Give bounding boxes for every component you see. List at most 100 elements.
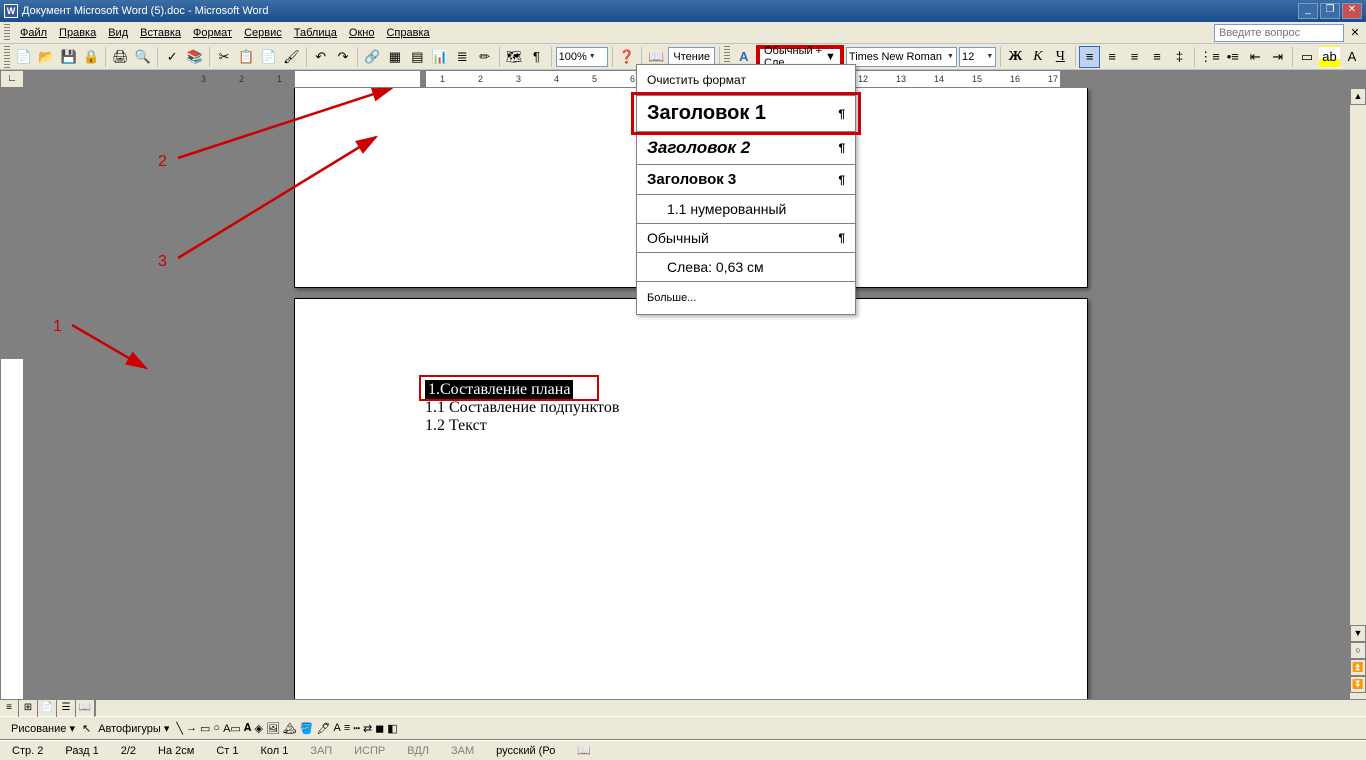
permission-icon[interactable]: 🔒 — [81, 46, 101, 68]
close-button[interactable]: ✕ — [1342, 3, 1362, 19]
arrow-style-icon[interactable]: ⇄ — [363, 722, 372, 735]
menu-window[interactable]: Окно — [343, 25, 381, 41]
restore-button[interactable]: ❐ — [1320, 3, 1340, 19]
line-icon[interactable]: ╲ — [176, 722, 183, 735]
status-trk[interactable]: ИСПР — [350, 745, 389, 757]
grip-handle[interactable] — [4, 24, 10, 42]
undo-icon[interactable]: ↶ — [310, 46, 330, 68]
ruler-corner[interactable]: ∟ — [0, 70, 24, 88]
map-icon[interactable]: 🗺 — [504, 46, 524, 68]
menubar-close-icon[interactable]: ✕ — [1348, 26, 1362, 40]
show-marks-icon[interactable]: ¶ — [526, 46, 546, 68]
paste-icon[interactable]: 📄 — [259, 46, 279, 68]
status-rec[interactable]: ЗАП — [306, 745, 336, 757]
help-search-input[interactable] — [1214, 24, 1344, 42]
font-color-button[interactable]: A — [1342, 46, 1362, 68]
drawing-menu[interactable]: Рисование ▾ — [7, 722, 79, 735]
format-painter-icon[interactable]: 🖌 — [281, 46, 301, 68]
line-spacing-button[interactable]: ‡ — [1169, 46, 1189, 68]
redo-icon[interactable]: ↷ — [333, 46, 353, 68]
numbering-button[interactable]: ⋮≡ — [1199, 46, 1221, 68]
web-view-button[interactable]: ⊞ — [19, 700, 38, 717]
research-icon[interactable]: 📚 — [184, 46, 204, 68]
increase-indent-button[interactable]: ⇥ — [1267, 46, 1287, 68]
shadow-icon[interactable]: ◼ — [375, 722, 384, 735]
reading-view-button[interactable]: 📖 — [76, 700, 95, 717]
style-heading-2[interactable]: Заголовок 2¶ — [637, 132, 855, 165]
drawing-icon[interactable]: ✏ — [474, 46, 494, 68]
line-color-icon[interactable]: 🖊 — [317, 722, 331, 735]
picture-icon[interactable]: 🏔 — [283, 722, 297, 735]
status-spell-icon[interactable]: 📖 — [573, 744, 595, 757]
menu-help[interactable]: Справка — [380, 25, 435, 41]
clipart-icon[interactable]: 🖼 — [266, 722, 280, 735]
horizontal-scrollbar[interactable] — [95, 700, 1366, 716]
wordart-icon[interactable]: 𝐀 — [244, 722, 252, 735]
minimize-button[interactable]: _ — [1298, 3, 1318, 19]
menu-tools[interactable]: Сервис — [238, 25, 288, 41]
print-icon[interactable]: 🖨 — [110, 46, 130, 68]
3d-icon[interactable]: ◧ — [387, 722, 397, 735]
open-icon[interactable]: 📂 — [36, 46, 56, 68]
align-right-button[interactable]: ≡ — [1124, 46, 1144, 68]
menu-insert[interactable]: Вставка — [134, 25, 187, 41]
preview-icon[interactable]: 🔍 — [133, 46, 153, 68]
spellcheck-icon[interactable]: ✓ — [162, 46, 182, 68]
browse-object-button[interactable]: ○ — [1350, 642, 1366, 659]
scroll-down-button[interactable]: ▼ — [1350, 625, 1366, 642]
excel-icon[interactable]: 📊 — [430, 46, 450, 68]
style-normal[interactable]: Обычный¶ — [637, 224, 855, 253]
menu-format[interactable]: Формат — [187, 25, 238, 41]
menu-table[interactable]: Таблица — [288, 25, 343, 41]
style-indent[interactable]: Слева: 0,63 см — [637, 253, 855, 282]
style-more[interactable]: Больше... — [637, 282, 855, 314]
body-line-3[interactable]: 1.2 Текст — [425, 417, 619, 435]
style-heading-3[interactable]: Заголовок 3¶ — [637, 165, 855, 195]
highlight-button[interactable]: ab — [1319, 46, 1339, 68]
menu-view[interactable]: Вид — [102, 25, 134, 41]
font-size-combo[interactable]: 12▼ — [959, 47, 996, 67]
help-icon[interactable]: ❓ — [617, 46, 637, 68]
new-doc-icon[interactable]: 📄 — [14, 46, 34, 68]
zoom-combo[interactable]: 100%▼ — [556, 47, 608, 67]
body-line-2[interactable]: 1.1 Составление подпунктов — [425, 399, 619, 417]
tables-borders-icon[interactable]: ▦ — [385, 46, 405, 68]
bold-button[interactable]: Ж — [1005, 46, 1025, 68]
fill-color-icon[interactable]: 🪣 — [300, 722, 314, 735]
print-view-button[interactable]: 📄 — [38, 700, 57, 717]
line-style-icon[interactable]: ≡ — [344, 722, 350, 734]
grip-handle[interactable] — [4, 46, 10, 68]
style-heading-1[interactable]: Заголовок 1¶ — [637, 96, 855, 132]
scroll-up-button[interactable]: ▲ — [1350, 88, 1366, 105]
copy-icon[interactable]: 📋 — [236, 46, 256, 68]
rectangle-icon[interactable]: ▭ — [200, 722, 210, 735]
style-clear-format[interactable]: Очистить формат — [637, 65, 855, 96]
font-combo[interactable]: Times New Roman▼ — [846, 47, 957, 67]
vertical-scrollbar[interactable]: ▲ ▼ ○ ⏫ ⏬ — [1349, 88, 1366, 699]
bullets-button[interactable]: •≡ — [1223, 46, 1243, 68]
oval-icon[interactable]: ○ — [213, 722, 220, 734]
status-ext[interactable]: ВДЛ — [403, 745, 433, 757]
cut-icon[interactable]: ✂ — [214, 46, 234, 68]
select-objects-icon[interactable]: ↖ — [82, 722, 91, 735]
decrease-indent-button[interactable]: ⇤ — [1245, 46, 1265, 68]
align-left-button[interactable]: ≡ — [1079, 46, 1099, 68]
italic-button[interactable]: К — [1028, 46, 1048, 68]
dash-style-icon[interactable]: ┅ — [353, 722, 360, 735]
next-page-button[interactable]: ⏬ — [1350, 676, 1366, 693]
prev-page-button[interactable]: ⏫ — [1350, 659, 1366, 676]
align-center-button[interactable]: ≡ — [1102, 46, 1122, 68]
borders-button[interactable]: ▭ — [1297, 46, 1317, 68]
insert-table-icon[interactable]: ▤ — [407, 46, 427, 68]
menu-edit[interactable]: Правка — [53, 25, 102, 41]
align-justify-button[interactable]: ≡ — [1147, 46, 1167, 68]
columns-icon[interactable]: ≣ — [452, 46, 472, 68]
arrow-icon[interactable]: → — [186, 722, 197, 734]
menu-file[interactable]: Файл — [14, 25, 53, 41]
status-ovr[interactable]: ЗАМ — [447, 745, 478, 757]
normal-view-button[interactable]: ≡ — [0, 700, 19, 717]
hyperlink-icon[interactable]: 🔗 — [362, 46, 382, 68]
autoshapes-menu[interactable]: Автофигуры ▾ — [94, 722, 173, 735]
underline-button[interactable]: Ч — [1050, 46, 1070, 68]
vertical-ruler[interactable] — [0, 88, 24, 699]
